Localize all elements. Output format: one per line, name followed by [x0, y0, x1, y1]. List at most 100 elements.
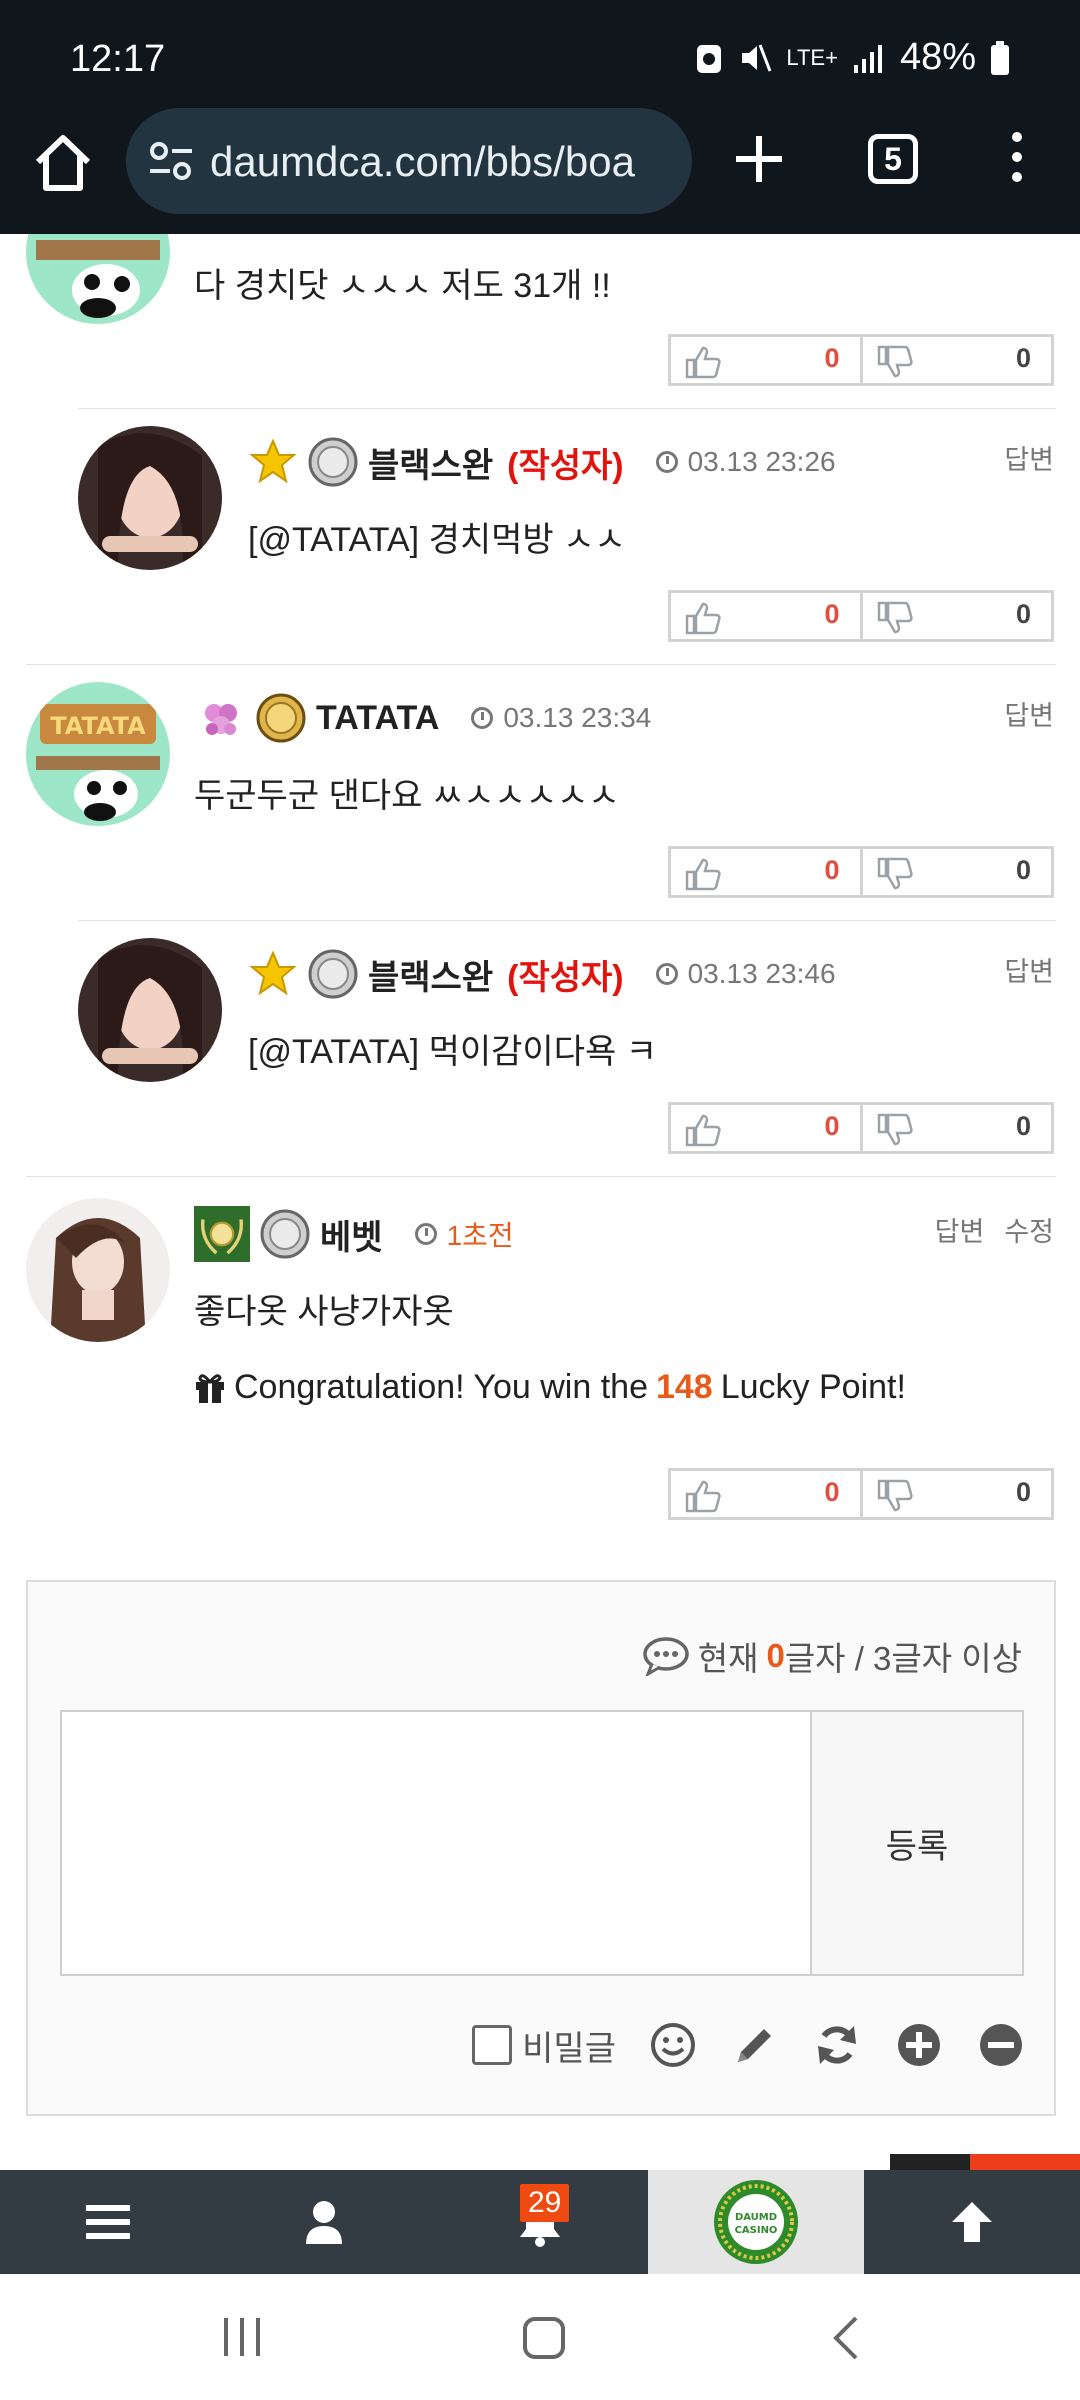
network-type: LTE+ — [786, 44, 838, 70]
avatar[interactable] — [26, 234, 170, 324]
author-tag: (작성자) — [507, 958, 624, 997]
comment-meta: 블랙스완 (작성자) 03.13 23:26 — [248, 432, 836, 492]
site-logo-button[interactable]: DAUMD CASINO — [648, 2170, 864, 2274]
arrow-up-icon — [952, 2202, 992, 2242]
reply-link[interactable]: 답변 — [935, 1210, 985, 1249]
like-button[interactable]: 0 — [668, 846, 863, 898]
comment-meta: 베벳 1초전 — [194, 1204, 514, 1264]
comment-actions: 답변 — [1004, 694, 1054, 733]
comment-actions: 답변 수정 — [935, 1210, 1054, 1249]
reply-link[interactable]: 답변 — [1004, 694, 1054, 733]
status-icons: LTE+ 48% — [694, 36, 1010, 79]
rank-flower-badge-icon — [196, 693, 246, 743]
back-nav-icon[interactable] — [828, 2314, 862, 2362]
zoom-out-icon[interactable] — [976, 2020, 1026, 2070]
nickname[interactable]: 베벳 — [320, 1210, 383, 1259]
speech-bubble-icon — [642, 1637, 689, 1676]
counter-value: 0 — [766, 1637, 785, 1674]
vote-buttons: 0 0 — [668, 846, 1054, 898]
counter-prefix: 현재 — [697, 1640, 759, 1677]
divider — [78, 408, 1056, 409]
rank-laurel-badge-icon — [194, 1206, 250, 1262]
profile-button[interactable] — [216, 2170, 432, 2274]
reply-link[interactable]: 답변 — [1004, 438, 1054, 477]
recent-apps-icon[interactable] — [220, 2316, 264, 2358]
menu-button[interactable] — [0, 2170, 216, 2274]
clock-icon — [471, 707, 494, 729]
home-nav-icon[interactable] — [522, 2316, 566, 2360]
dislike-button[interactable]: 0 — [859, 590, 1054, 642]
gold-medal-icon — [256, 693, 306, 743]
avatar[interactable] — [78, 938, 222, 1082]
dislike-button[interactable]: 0 — [859, 846, 1054, 898]
like-button[interactable]: 0 — [668, 1468, 863, 1520]
nickname[interactable]: 블랙스완 — [368, 950, 493, 999]
tab-switcher-button[interactable]: 5 — [868, 134, 918, 184]
lucky-prefix: Congratulation! You win the — [234, 1368, 648, 1406]
dislike-count: 0 — [1015, 1111, 1031, 1141]
comment-text: 두군두군 댄다요 ㅆㅅㅅㅅㅅㅅ — [194, 777, 620, 815]
home-icon[interactable] — [30, 130, 96, 196]
silver-medal-icon — [308, 949, 358, 999]
url-text: daumdca.com/bbs/boa — [210, 138, 635, 185]
secret-checkbox[interactable] — [472, 2025, 513, 2065]
notification-count: 29 — [520, 2184, 570, 2222]
new-tab-icon[interactable] — [726, 126, 792, 192]
avatar[interactable] — [78, 426, 222, 570]
dislike-button[interactable]: 0 — [859, 1102, 1054, 1154]
like-count: 0 — [824, 599, 840, 629]
like-button[interactable]: 0 — [668, 334, 863, 386]
comment-textarea[interactable] — [60, 1710, 812, 1976]
dislike-button[interactable]: 0 — [859, 1468, 1054, 1520]
edit-link[interactable]: 수정 — [1004, 1210, 1054, 1249]
like-count: 0 — [824, 343, 840, 373]
comment-actions: 답변 — [1004, 438, 1054, 477]
char-counter: 현재 0 글자 / 3글자 이상 — [642, 1632, 1022, 1680]
thumbs-down-icon — [877, 1113, 913, 1146]
vote-buttons: 0 0 — [668, 334, 1054, 386]
thumbs-up-icon — [685, 346, 721, 379]
dislike-count: 0 — [1015, 599, 1031, 629]
thumbs-down-icon — [877, 1479, 913, 1512]
pencil-icon[interactable] — [730, 2020, 780, 2070]
author-tag: (작성자) — [507, 446, 624, 485]
counter-suffix: 글자 / 3글자 이상 — [784, 1640, 1022, 1677]
comment-text: 좋다옷 사냥가자옷 — [194, 1293, 454, 1331]
clock-icon — [655, 963, 678, 985]
thumbs-down-icon — [877, 857, 913, 890]
dislike-button[interactable]: 0 — [859, 334, 1054, 386]
floating-tab-edge — [890, 2154, 1080, 2170]
comment-actions: 답변 — [1004, 950, 1054, 989]
svg-text:DAUMD: DAUMD — [735, 2212, 777, 2223]
silver-medal-icon — [308, 437, 358, 487]
secret-option[interactable]: 비밀글 — [472, 2021, 616, 2070]
dislike-count: 0 — [1015, 1477, 1031, 1507]
data-saver-icon — [697, 44, 722, 73]
battery-icon — [991, 40, 1009, 75]
lucky-points: 148 — [655, 1368, 713, 1406]
dislike-count: 0 — [1015, 343, 1031, 373]
like-count: 0 — [824, 1111, 840, 1141]
avatar[interactable]: TATATA — [26, 682, 170, 826]
reply-link[interactable]: 답변 — [1004, 950, 1054, 989]
emoticon-icon[interactable] — [648, 2020, 698, 2070]
submit-button[interactable]: 등록 — [812, 1710, 1024, 1976]
system-nav-bar — [0, 2274, 1080, 2400]
nickname[interactable]: TATATA — [316, 699, 439, 738]
refresh-icon[interactable] — [812, 2020, 862, 2070]
status-time: 12:17 — [70, 38, 166, 80]
hamburger-menu-icon — [86, 2205, 130, 2239]
thumbs-down-icon — [877, 345, 913, 378]
more-menu-icon[interactable] — [1000, 132, 1034, 192]
zoom-in-icon[interactable] — [894, 2020, 944, 2070]
thumbs-down-icon — [877, 601, 913, 634]
site-settings-icon[interactable] — [148, 138, 194, 184]
scroll-top-button[interactable] — [864, 2170, 1080, 2274]
like-button[interactable]: 0 — [668, 590, 863, 642]
comment-write-box: 현재 0 글자 / 3글자 이상 등록 비밀글 — [26, 1580, 1056, 2116]
address-bar[interactable]: daumdca.com/bbs/boa — [126, 108, 692, 214]
like-button[interactable]: 0 — [668, 1102, 863, 1154]
nickname[interactable]: 블랙스완 — [368, 438, 493, 487]
avatar[interactable] — [26, 1198, 170, 1342]
clock-icon — [414, 1223, 437, 1245]
